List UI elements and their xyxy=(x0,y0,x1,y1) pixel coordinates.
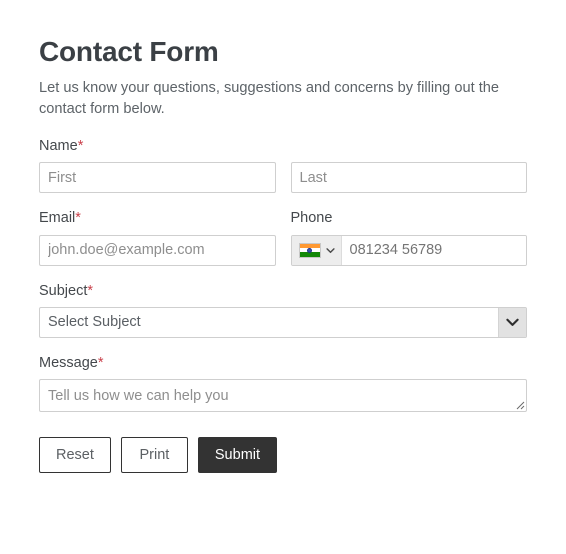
country-code-selector[interactable] xyxy=(291,235,342,265)
name-label-text: Name xyxy=(39,137,78,154)
message-required-asterisk: * xyxy=(97,354,104,371)
chevron-down-icon xyxy=(506,318,519,326)
submit-button[interactable]: Submit xyxy=(197,437,278,474)
last-name-col xyxy=(290,162,527,194)
subject-label: Subject* xyxy=(39,283,527,300)
message-field-block: Message* xyxy=(39,355,527,413)
phone-input-group xyxy=(290,234,527,266)
email-phone-labels-row: Email* Phone xyxy=(39,210,528,266)
name-field-block: Name* xyxy=(39,138,527,194)
message-label: Message* xyxy=(39,355,527,372)
form-description: Let us know your questions, suggestions … xyxy=(39,80,499,118)
name-required-asterisk: * xyxy=(77,137,84,154)
phone-label: Phone xyxy=(291,210,528,227)
reset-button[interactable]: Reset xyxy=(39,437,111,474)
email-col: Email* xyxy=(39,210,276,266)
email-input[interactable] xyxy=(39,234,276,266)
message-label-text: Message xyxy=(39,354,98,371)
name-inputs-row xyxy=(39,162,527,194)
email-label-text: Email xyxy=(39,210,76,227)
phone-number-input[interactable] xyxy=(341,235,526,265)
subject-select[interactable]: Select Subject xyxy=(39,306,527,338)
subject-required-asterisk: * xyxy=(87,282,94,299)
flag-band-green xyxy=(299,252,320,257)
last-name-input[interactable] xyxy=(290,162,527,194)
first-name-input[interactable] xyxy=(39,162,276,194)
email-required-asterisk: * xyxy=(75,210,81,227)
message-textarea-wrap xyxy=(39,379,527,413)
india-flag-icon xyxy=(298,242,321,258)
phone-label-text: Phone xyxy=(290,210,333,227)
email-label: Email* xyxy=(39,210,276,227)
chevron-down-icon xyxy=(325,247,335,253)
email-phone-block: Email* Phone xyxy=(39,210,528,266)
message-textarea[interactable] xyxy=(39,379,527,413)
subject-field-block: Subject* Select Subject xyxy=(39,283,527,338)
page-title: Contact Form xyxy=(39,36,219,67)
subject-selected-value: Select Subject xyxy=(48,313,141,330)
contact-form: Contact Form Let us know your questions,… xyxy=(39,0,528,474)
phone-col: Phone xyxy=(290,210,528,266)
flag-chakra-icon xyxy=(307,247,312,253)
subject-label-text: Subject xyxy=(39,282,88,299)
subject-dropdown-button[interactable] xyxy=(498,307,526,337)
form-actions: Reset Print Submit xyxy=(39,437,527,474)
first-name-col xyxy=(39,162,276,194)
name-label: Name* xyxy=(39,138,527,155)
print-button[interactable]: Print xyxy=(120,437,188,474)
